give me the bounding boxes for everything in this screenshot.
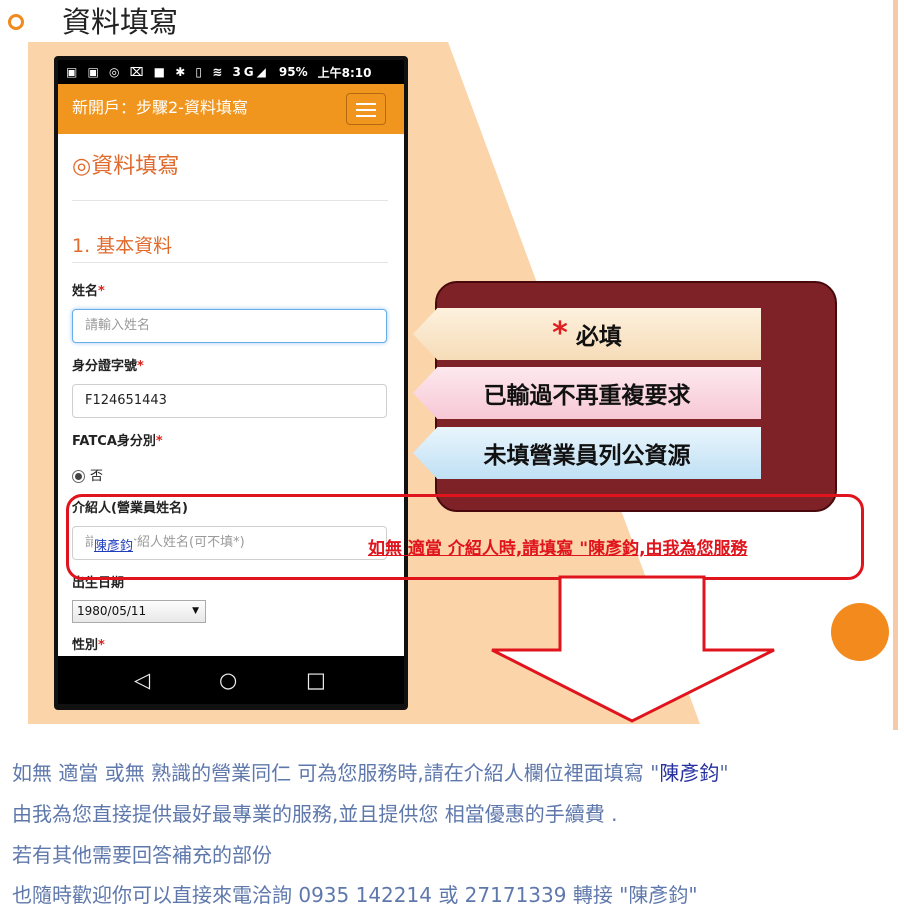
referrer-note: 如無 適當 介紹人時,請填寫 "陳彥鈞,由我為您服務: [368, 539, 748, 559]
instruction-line-4: 也隨時歡迎你可以直接來電洽詢 0935 142214 或 27171339 轉接…: [12, 883, 698, 907]
no-repeat-tag: 已輸過不再重複要求: [413, 367, 761, 419]
name-label-text: 姓名: [72, 284, 99, 299]
fatca-label: FATCA身分別*: [72, 433, 163, 451]
instruction-line-2: 由我為您直接提供最好最專業的服務,並且提供您 相當優惠的手續費 .: [12, 802, 618, 826]
instruction-line-1-text: 如無 適當 或無 熟識的營業同仁 可為您服務時,請在介紹人欄位裡面填寫 ": [12, 761, 660, 785]
back-icon[interactable]: ◁: [134, 656, 150, 704]
status-icons: ▣ ▣ ◎ ⌧ ■ ✱ ▯ ≋ 3G◢: [66, 65, 269, 79]
bullet-icon: [8, 14, 24, 30]
decorative-dot: [831, 603, 889, 661]
birth-date-select[interactable]: 1980/05/11 ▼: [72, 600, 206, 623]
status-bar: ▣ ▣ ◎ ⌧ ■ ✱ ▯ ≋ 3G◢ 95% 上午8:10: [58, 60, 404, 84]
required-mark: *: [137, 359, 144, 374]
id-number-input[interactable]: F124651443: [72, 384, 387, 418]
birth-date-value: 1980/05/11: [77, 604, 147, 618]
required-mark: *: [98, 284, 105, 299]
public-resource-tag: 未填營業員列公資源: [413, 427, 761, 479]
right-divider: [893, 0, 898, 730]
form-heading: ◎資料填寫: [72, 154, 180, 179]
required-tag-text: 必填: [575, 324, 622, 350]
fatca-option-label: 否: [90, 469, 104, 484]
divider: [72, 200, 388, 201]
id-label: 身分證字號*: [72, 358, 144, 376]
dropdown-caret-icon: ▼: [192, 606, 199, 616]
agent-name: 陳彥鈞: [659, 761, 720, 785]
name-input[interactable]: 請輸入姓名: [72, 309, 387, 343]
required-tag: * 必填: [413, 308, 761, 360]
hamburger-icon: [356, 103, 376, 105]
battery-level: 95%: [278, 65, 308, 79]
hamburger-icon: [356, 109, 376, 111]
id-label-text: 身分證字號: [72, 359, 138, 374]
gender-label: 性別*: [72, 637, 105, 655]
home-icon[interactable]: ○: [219, 656, 237, 704]
hamburger-icon: [356, 115, 376, 117]
fatca-label-text: FATCA身分別: [72, 434, 156, 449]
instruction-line-1: 如無 適當 或無 熟識的營業同仁 可為您服務時,請在介紹人欄位裡面填寫 "陳彥鈞…: [12, 758, 729, 788]
instruction-line-3: 若有其他需要回答補充的部份: [12, 843, 272, 867]
divider: [72, 262, 388, 263]
recent-apps-icon[interactable]: □: [306, 656, 326, 704]
required-mark: *: [98, 638, 105, 653]
app-bar-title: 新開戶：步驟2-資料填寫: [72, 98, 248, 117]
slide-title: 資料填寫: [62, 5, 179, 39]
down-arrow-icon: [491, 575, 775, 723]
radio-selected-dot: [75, 473, 82, 480]
gender-label-text: 性別: [72, 638, 99, 653]
menu-button[interactable]: [346, 93, 386, 125]
required-mark: *: [155, 434, 163, 449]
section-heading: 1. 基本資料: [72, 235, 173, 257]
android-nav-bar: ◁ ○ □: [58, 656, 404, 704]
quote-mark: ": [719, 761, 729, 785]
asterisk-icon: *: [552, 316, 568, 351]
clock: 上午8:10: [317, 65, 372, 80]
name-label: 姓名*: [72, 283, 105, 301]
